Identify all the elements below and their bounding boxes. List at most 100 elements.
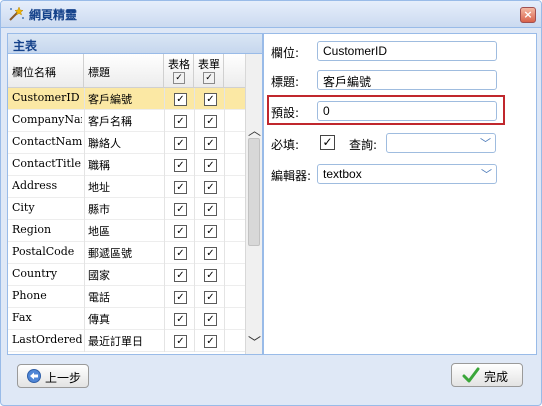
checkmark-icon — [462, 367, 480, 386]
row-grid-checkbox[interactable]: ✓ — [174, 203, 187, 216]
column-separator — [224, 264, 225, 286]
row-form-checkbox[interactable]: ✓ — [204, 115, 217, 128]
table-row[interactable]: City 縣市 ✓ ✓ — [8, 198, 245, 220]
title-bar[interactable]: 網頁精靈 × — [1, 1, 541, 28]
column-header-field[interactable]: 欄位名稱 — [8, 54, 84, 87]
row-caption: 縣市 — [88, 203, 110, 216]
table-row[interactable]: PostalCode 郵遞區號 ✓ ✓ — [8, 242, 245, 264]
row-grid-checkbox[interactable]: ✓ — [174, 115, 187, 128]
done-button[interactable]: 完成 — [451, 363, 523, 387]
row-field-name: ContactTitle — [12, 157, 81, 170]
field-name-input[interactable]: CustomerID — [317, 41, 497, 61]
row-form-checkbox[interactable]: ✓ — [204, 181, 217, 194]
panel-header: 主表 — [8, 34, 262, 54]
form-select-all-checkbox[interactable]: ✓ — [203, 72, 215, 84]
table-row[interactable]: CompanyName 客戶名稱 ✓ ✓ — [8, 110, 245, 132]
column-header-form[interactable]: 表單 ✓ — [194, 54, 224, 87]
row-form-checkbox[interactable]: ✓ — [204, 335, 217, 348]
row-form-checkbox[interactable]: ✓ — [204, 269, 217, 282]
column-separator — [224, 132, 225, 154]
row-form-checkbox[interactable]: ✓ — [204, 203, 217, 216]
row-grid-checkbox[interactable]: ✓ — [174, 247, 187, 260]
panel-title: 主表 — [13, 39, 38, 53]
column-header-grid[interactable]: 表格 ✓ — [164, 54, 194, 87]
row-form-checkbox[interactable]: ✓ — [204, 225, 217, 238]
column-separator — [84, 198, 85, 220]
row-field-name: CustomerID — [12, 91, 80, 104]
row-caption: 客戶編號 — [88, 93, 132, 106]
column-separator — [164, 198, 165, 220]
row-grid-checkbox[interactable]: ✓ — [174, 93, 187, 106]
row-field-name: ContactName — [12, 135, 82, 148]
table-row[interactable]: Region 地區 ✓ ✓ — [8, 220, 245, 242]
row-grid-checkbox[interactable]: ✓ — [174, 291, 187, 304]
table-row[interactable]: Fax 傳真 ✓ ✓ — [8, 308, 245, 330]
row-grid-checkbox[interactable]: ✓ — [174, 181, 187, 194]
required-checkbox[interactable]: ✓ — [320, 135, 335, 150]
table-row[interactable]: ContactTitle 職稱 ✓ ✓ — [8, 154, 245, 176]
row-caption: 客戶名稱 — [88, 115, 132, 128]
grid-body: CustomerID客戶編號✓✓CompanyName客戶名稱✓✓Contact… — [8, 88, 245, 354]
row-caption: 電話 — [88, 291, 110, 304]
row-caption: 職稱 — [88, 159, 110, 172]
column-separator — [194, 110, 195, 132]
row-form-checkbox[interactable]: ✓ — [204, 313, 217, 326]
row-grid-checkbox[interactable]: ✓ — [174, 313, 187, 326]
row-form-checkbox[interactable]: ✓ — [204, 291, 217, 304]
row-grid-checkbox[interactable]: ✓ — [174, 225, 187, 238]
column-separator — [164, 242, 165, 264]
column-separator — [164, 88, 165, 110]
row-form-checkbox[interactable]: ✓ — [204, 93, 217, 106]
column-separator — [224, 308, 225, 330]
column-header-title[interactable]: 標題 — [84, 54, 164, 87]
row-caption: 郵遞區號 — [88, 247, 132, 260]
column-separator — [84, 154, 85, 176]
column-header-form-label: 表單 — [198, 58, 220, 71]
scroll-up-icon[interactable]: ︿ — [248, 125, 261, 138]
row-form-checkbox[interactable]: ✓ — [204, 247, 217, 260]
row-field-name: CompanyName — [12, 113, 82, 126]
caption-input[interactable]: 客戶編號 — [317, 70, 497, 90]
scrollbar-thumb[interactable] — [248, 138, 260, 246]
row-caption: 聯絡人 — [88, 137, 121, 150]
row-grid-checkbox[interactable]: ✓ — [174, 159, 187, 172]
table-row[interactable]: ContactName 聯絡人 ✓ ✓ — [8, 132, 245, 154]
column-header-field-label: 欄位名稱 — [12, 66, 56, 79]
row-form-checkbox[interactable]: ✓ — [204, 137, 217, 150]
table-row[interactable]: Address 地址 ✓ ✓ — [8, 176, 245, 198]
master-table-panel: 主表 欄位名稱 標題 表格 ✓ 表單 ✓ CustomerID 客戶編號 ✓ ✓ Com… — [7, 33, 263, 355]
caption-label: 標題: — [271, 75, 300, 89]
row-form-checkbox[interactable]: ✓ — [204, 159, 217, 172]
table-row[interactable]: CustomerID 客戶編號 ✓ ✓ — [8, 88, 245, 110]
column-separator — [194, 308, 195, 330]
column-separator — [84, 308, 85, 330]
column-header-grid-label: 表格 — [168, 58, 190, 71]
column-separator — [164, 176, 165, 198]
column-separator — [224, 286, 225, 308]
table-row[interactable]: Country 國家 ✓ ✓ — [8, 264, 245, 286]
prev-button-label: 上一步 — [45, 371, 82, 385]
grid-scrollbar[interactable]: ︿ ﹀ — [245, 54, 262, 354]
column-separator — [224, 198, 225, 220]
wizard-wand-icon — [7, 6, 25, 22]
row-grid-checkbox[interactable]: ✓ — [174, 335, 187, 348]
column-separator — [194, 154, 195, 176]
editor-label: 編輯器: — [271, 169, 312, 183]
close-button[interactable]: × — [520, 7, 536, 23]
row-field-name: Phone — [12, 289, 47, 302]
table-row[interactable]: Phone 電話 ✓ ✓ — [8, 286, 245, 308]
window-title: 網頁精靈 — [29, 8, 78, 22]
query-combobox[interactable]: ﹀ — [386, 133, 496, 153]
column-separator — [164, 220, 165, 242]
row-grid-checkbox[interactable]: ✓ — [174, 269, 187, 282]
row-field-name: Fax — [12, 311, 32, 324]
editor-combobox[interactable]: textbox ﹀ — [317, 164, 497, 184]
row-grid-checkbox[interactable]: ✓ — [174, 137, 187, 150]
scroll-down-icon[interactable]: ﹀ — [248, 337, 261, 350]
prev-button[interactable]: 上一步 — [17, 364, 89, 388]
column-separator — [84, 132, 85, 154]
grid-select-all-checkbox[interactable]: ✓ — [173, 72, 185, 84]
column-header-title-label: 標題 — [88, 66, 110, 79]
column-separator — [164, 132, 165, 154]
table-row[interactable]: LastOrderedDate 最近訂單日 ✓ ✓ — [8, 330, 245, 352]
